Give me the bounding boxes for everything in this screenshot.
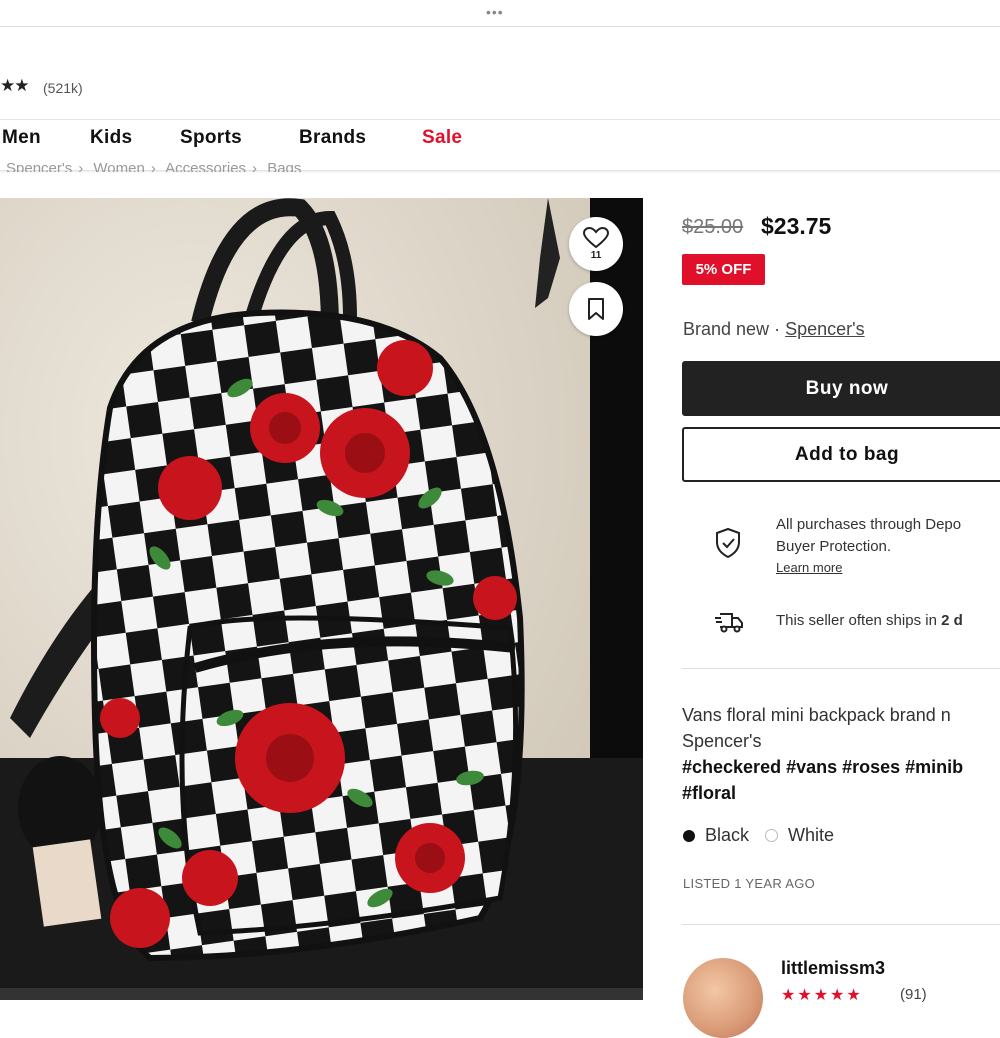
seller-username[interactable]: littlemissm3 xyxy=(781,958,885,979)
color-swatch-black xyxy=(683,829,695,842)
site-header xyxy=(0,27,1000,121)
shipping-days: 2 d xyxy=(941,612,963,629)
nav-item-brands[interactable]: Brands xyxy=(299,127,366,149)
buy-now-button[interactable]: Buy now xyxy=(682,361,1000,416)
add-to-bag-button[interactable]: Add to bag xyxy=(682,427,1000,482)
like-count: 11 xyxy=(590,250,602,261)
hashtags[interactable]: #checkered #vans #roses #minib xyxy=(682,754,1000,780)
bookmark-button[interactable] xyxy=(569,282,623,336)
nav-item-sports[interactable]: Sports xyxy=(180,127,242,149)
description-line: Vans floral mini backpack brand n xyxy=(682,705,951,725)
discount-badge: 5% OFF xyxy=(682,254,765,285)
browser-top-bar: ••• xyxy=(0,0,1000,27)
shield-check-icon xyxy=(716,527,740,559)
buyer-protection-text: All purchases through Depo Buyer Protect… xyxy=(776,514,961,558)
breadcrumb-item[interactable]: Spencer's xyxy=(6,160,72,172)
bookmark-icon xyxy=(588,298,604,320)
app-rating-count: (521k) xyxy=(43,80,83,96)
description-line: Spencer's xyxy=(682,731,762,751)
protection-line-2: Buyer Protection. xyxy=(776,538,892,555)
seller-rating-stars: ★★★★★ xyxy=(781,987,863,1004)
breadcrumb-item[interactable]: Women xyxy=(93,160,144,172)
shipping-info: This seller often ships in 2 d xyxy=(776,612,963,629)
color-swatch-white xyxy=(765,829,779,842)
protection-line-1: All purchases through Depo xyxy=(776,516,962,533)
brand-link[interactable]: Spencer's xyxy=(785,319,864,339)
nav-item-kids[interactable]: Kids xyxy=(90,127,132,149)
like-button[interactable]: 11 xyxy=(569,217,623,271)
photo-strip xyxy=(0,988,643,1000)
more-options-icon[interactable]: ••• xyxy=(486,5,504,19)
learn-more-link[interactable]: Learn more xyxy=(776,560,842,575)
backpack-image xyxy=(0,198,643,988)
current-price: $23.75 xyxy=(761,213,832,239)
condition-line: Brand new · Spencer's xyxy=(683,319,865,340)
divider xyxy=(682,924,1000,925)
app-rating-stars: ★★ xyxy=(0,76,30,95)
breadcrumb: Spencer's › Women › Accessories › Bags xyxy=(6,158,307,172)
truck-icon xyxy=(715,613,743,633)
seller-review-count: (91) xyxy=(900,986,927,1003)
nav-item-men[interactable]: Men xyxy=(2,127,41,149)
listed-date: LISTED 1 YEAR AGO xyxy=(683,876,816,891)
color-options: Black White xyxy=(683,825,834,846)
breadcrumb-item[interactable]: Accessories xyxy=(165,160,246,172)
separator: · xyxy=(774,319,781,339)
original-price: $25.00 xyxy=(682,216,744,238)
description: Vans floral mini backpack brand n Spence… xyxy=(682,702,1000,806)
heart-icon xyxy=(583,227,609,249)
color-label-white: White xyxy=(788,825,835,845)
hashtags[interactable]: #floral xyxy=(682,780,1000,806)
breadcrumb-item[interactable]: Bags xyxy=(267,160,301,172)
nav-item-sale[interactable]: Sale xyxy=(422,127,462,149)
seller-avatar[interactable] xyxy=(683,958,763,1038)
product-photo[interactable]: 11 xyxy=(0,198,643,988)
condition-text: Brand new xyxy=(683,319,770,339)
color-label-black: Black xyxy=(705,825,750,845)
divider xyxy=(682,668,1000,669)
shipping-text: This seller often ships in xyxy=(776,612,942,629)
